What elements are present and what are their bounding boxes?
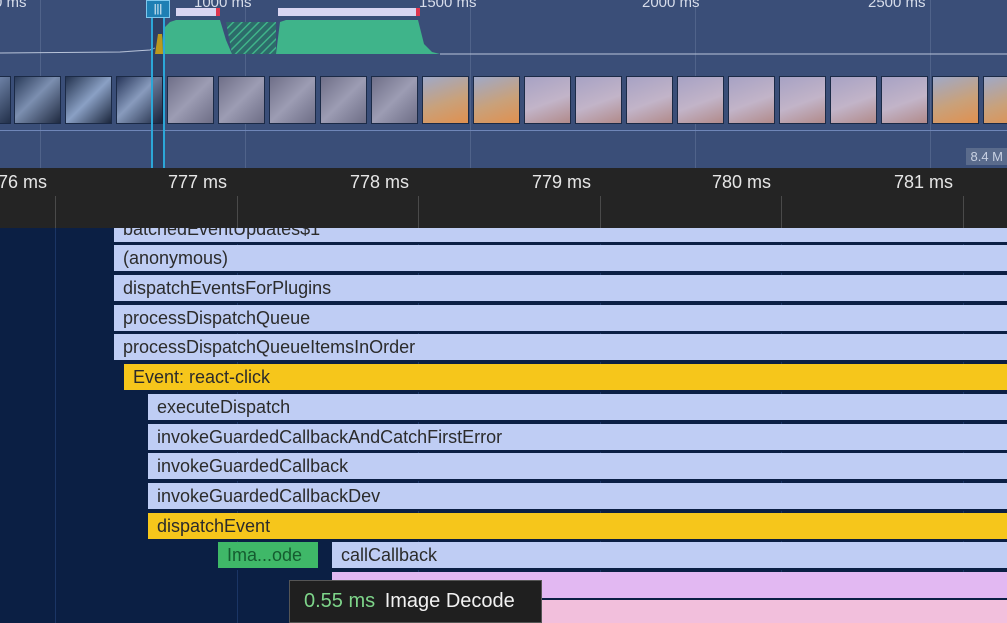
flame-bar-event[interactable]: Event: react-click xyxy=(124,364,1007,392)
screenshot-frame[interactable] xyxy=(167,76,214,124)
ruler-tick-label: 779 ms xyxy=(532,172,592,192)
flame-tooltip: 0.55 ms Image Decode xyxy=(289,580,542,623)
screenshot-frame[interactable] xyxy=(371,76,418,124)
ruler-tick-label: 777 ms xyxy=(168,172,228,192)
flame-gridline xyxy=(55,228,56,623)
timeline-overview[interactable]: 0 ms 1000 ms 1500 ms 2000 ms 2500 ms xyxy=(0,0,1007,168)
flame-bar[interactable]: invokeGuardedCallbackAndCatchFirstError xyxy=(148,424,1007,452)
flame-bar[interactable]: executeDispatch xyxy=(148,394,1007,422)
cpu-scripting-area xyxy=(160,20,232,54)
screenshot-frame[interactable] xyxy=(881,76,928,124)
screenshot-frame[interactable] xyxy=(983,76,1007,124)
screenshot-frame[interactable] xyxy=(677,76,724,124)
flame-bar[interactable]: dispatchEventsForPlugins xyxy=(114,275,1007,303)
cpu-scripting-area xyxy=(276,20,440,54)
cpu-idle-area xyxy=(226,22,276,54)
screenshot-frame[interactable] xyxy=(575,76,622,124)
ruler-gridline xyxy=(963,196,964,228)
flame-bar[interactable]: batchedEventUpdates$1 xyxy=(114,228,1007,244)
screenshot-frame[interactable] xyxy=(218,76,265,124)
screenshot-frame[interactable] xyxy=(65,76,112,124)
screenshot-frame[interactable] xyxy=(728,76,775,124)
screenshot-frame[interactable] xyxy=(932,76,979,124)
screenshot-frame[interactable] xyxy=(779,76,826,124)
screenshot-frame[interactable] xyxy=(269,76,316,124)
overview-selection-window[interactable] xyxy=(151,0,165,168)
flame-bar[interactable]: (anonymous) xyxy=(114,245,1007,273)
screenshot-frame[interactable] xyxy=(14,76,61,124)
memory-label: 8.4 M xyxy=(966,148,1007,165)
screenshot-frame[interactable] xyxy=(320,76,367,124)
flame-bar[interactable]: processDispatchQueue xyxy=(114,305,1007,333)
ruler-gridline xyxy=(600,196,601,228)
flame-bar[interactable]: invokeGuardedCallbackDev xyxy=(148,483,1007,511)
flame-bar[interactable]: callCallback xyxy=(332,542,1007,570)
time-ruler: 776 ms 777 ms 778 ms 779 ms 780 ms 781 m… xyxy=(0,168,1007,228)
flame-bar-image-decode[interactable]: Ima...ode xyxy=(218,542,318,570)
screenshot-frame[interactable] xyxy=(524,76,571,124)
ruler-tick-label: 781 ms xyxy=(894,172,954,192)
ruler-gridline xyxy=(237,196,238,228)
ruler-gridline xyxy=(55,196,56,228)
flame-chart[interactable]: batchedEventUpdates$1 (anonymous) dispat… xyxy=(0,228,1007,623)
ruler-gridline xyxy=(781,196,782,228)
screenshot-frame[interactable] xyxy=(473,76,520,124)
flame-bar[interactable]: processDispatchQueueItemsInOrder xyxy=(114,334,1007,362)
screenshot-frame[interactable] xyxy=(0,76,11,124)
flame-bar[interactable]: invokeGuardedCallback xyxy=(148,453,1007,481)
ruler-tick-label: 780 ms xyxy=(712,172,772,192)
cpu-baseline xyxy=(0,47,156,54)
ruler-tick-label: 776 ms xyxy=(0,172,48,192)
ruler-gridline xyxy=(418,196,419,228)
tooltip-name: Image Decode xyxy=(384,590,515,612)
flame-bar-event[interactable]: dispatchEvent xyxy=(148,513,1007,541)
screenshot-frame[interactable] xyxy=(422,76,469,124)
ruler-tick-label: 778 ms xyxy=(350,172,410,192)
screenshot-frame[interactable] xyxy=(830,76,877,124)
screenshot-frame[interactable] xyxy=(626,76,673,124)
tooltip-duration: 0.55 ms xyxy=(304,590,376,612)
selection-handle-icon[interactable]: ||| xyxy=(146,0,170,18)
